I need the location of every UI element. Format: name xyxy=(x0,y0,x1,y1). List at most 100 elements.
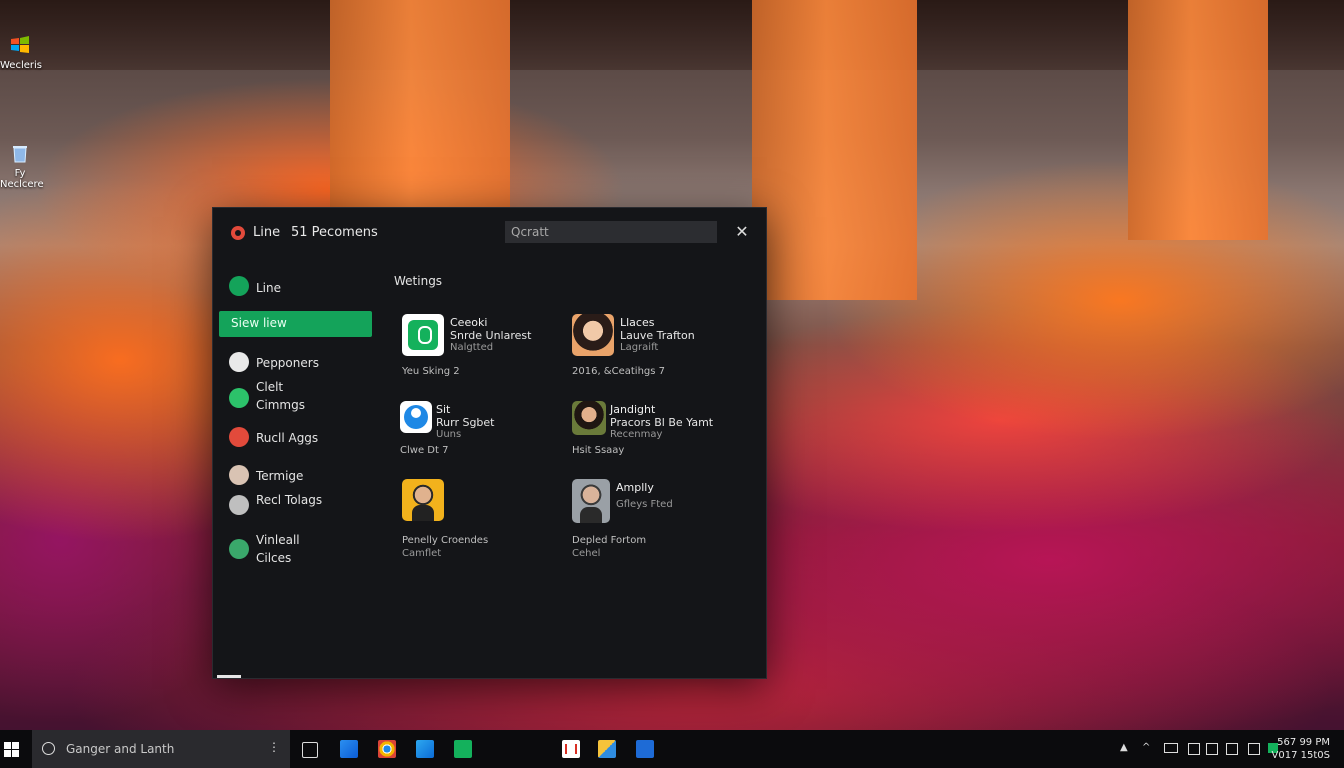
line-app-window: Line 51 Pecomens ✕ Line Siew liew Peppon… xyxy=(212,207,767,679)
clock-time[interactable]: 567 99 PM xyxy=(1277,737,1330,748)
card-title: Amplly xyxy=(616,481,654,494)
sidebar-item-label: Rucll Aggs xyxy=(256,431,319,445)
card-subtitle: Lauve Trafton xyxy=(620,329,695,342)
sidebar-item-label: Pepponers xyxy=(256,356,319,370)
gmail-icon[interactable] xyxy=(562,740,580,758)
taskbar-search[interactable]: Ganger and Lanth ⋮ xyxy=(32,730,290,768)
avatar-man-icon xyxy=(402,479,444,521)
line-app-icon xyxy=(402,314,444,356)
card-meta: Lagraift xyxy=(620,342,659,353)
taskbar: Ganger and Lanth ⋮ ▲ ^ 567 99 PM V017 15… xyxy=(0,730,1344,768)
card-meta: Recenmay xyxy=(610,429,663,440)
desktop-icon-windows[interactable]: Wecleris xyxy=(0,34,42,71)
sidebar-item-recl-tolags[interactable]: Recl Tolags xyxy=(219,493,379,515)
sidebar-item-label: Clelt Cimmgs xyxy=(256,380,305,412)
network-icon[interactable] xyxy=(1188,743,1200,755)
start-button[interactable] xyxy=(0,730,32,768)
photos-icon[interactable] xyxy=(598,740,616,758)
contact-card[interactable]: Sit Rurr Sgbet Uuns Clwe Dt 7 xyxy=(400,401,570,473)
task-view-icon[interactable] xyxy=(302,742,318,758)
line-icon[interactable] xyxy=(454,740,472,758)
sidebar-item-apps[interactable]: Rucll Aggs xyxy=(219,427,379,449)
contact-icon xyxy=(400,401,432,433)
chrome-icon[interactable] xyxy=(378,740,396,758)
desktop-icon-recycle-bin[interactable]: Fy Neclcere xyxy=(0,142,44,190)
search-input[interactable] xyxy=(505,221,717,243)
card-footer: 2016, &Ceatihgs 7 xyxy=(572,366,666,377)
card-subtitle: Rurr Sgbet xyxy=(436,416,495,429)
card-subtitle: Snrde Unlarest xyxy=(450,329,532,342)
card-footer: Hsit Ssaay xyxy=(572,445,625,456)
desktop-icon-label: Wecleris xyxy=(0,60,42,71)
scroll-indicator[interactable] xyxy=(217,675,241,678)
contact-card[interactable]: Penelly Croendes Camflet xyxy=(402,479,572,559)
sidebar-item-label: Vinleall Cilces xyxy=(256,533,300,565)
avatar-man-icon xyxy=(572,479,610,523)
caret-icon[interactable]: ^ xyxy=(1142,743,1152,753)
globe-icon xyxy=(229,539,249,559)
sidebar-item-label: Line xyxy=(256,281,282,295)
close-icon[interactable]: ✕ xyxy=(732,222,752,242)
store-icon[interactable] xyxy=(340,740,358,758)
windows-logo-icon xyxy=(11,36,29,53)
contact-card[interactable]: Amplly Gfleys Fted Depled Fortom Cehel xyxy=(572,479,742,559)
desktop-icon-label: Fy Neclcere xyxy=(0,168,44,190)
window-titlebar: Line 51 Pecomens ✕ xyxy=(213,208,766,256)
card-meta: Nalgtted xyxy=(450,342,494,353)
person-icon xyxy=(229,352,249,372)
card-footer: Clwe Dt 7 xyxy=(400,445,449,456)
search-icon xyxy=(42,742,55,755)
contact-card[interactable]: Ceeoki Snrde Unlarest Nalgtted Yeu Sking… xyxy=(402,314,572,386)
windows-logo-icon xyxy=(4,750,11,757)
card-footer: Yeu Sking 2 xyxy=(402,366,460,377)
apps-icon xyxy=(229,427,249,447)
card-meta: Uuns xyxy=(436,429,462,440)
line-logo-icon xyxy=(231,226,245,240)
windows-logo-icon xyxy=(4,742,11,749)
sidebar-item-chats[interactable]: Clelt Cimmgs xyxy=(219,378,379,418)
contact-card[interactable]: Jandight Pracors Bl Be Yamt Recenmay Hsi… xyxy=(572,401,742,473)
contact-card[interactable]: Llaces Lauve Trafton Lagraift 2016, &Cea… xyxy=(572,314,742,386)
sidebar-item-line[interactable]: Line xyxy=(219,276,379,300)
person-icon xyxy=(229,495,249,515)
person-icon xyxy=(229,465,249,485)
display-icon[interactable] xyxy=(1226,743,1238,755)
card-footer: Penelly Croendes xyxy=(402,535,489,546)
calendar-icon[interactable] xyxy=(636,740,654,758)
edge-icon[interactable] xyxy=(416,740,434,758)
line-icon xyxy=(229,276,249,296)
chat-icon xyxy=(229,388,249,408)
taskbar-search-text: Ganger and Lanth xyxy=(66,742,175,756)
windows-logo-icon xyxy=(12,742,19,749)
recycle-bin-icon xyxy=(13,146,27,163)
card-title: Sit xyxy=(436,403,451,416)
card-title: Ceeoki xyxy=(450,316,488,329)
card-footer-sub: Camflet xyxy=(402,548,442,559)
volume-icon[interactable] xyxy=(1206,743,1218,755)
card-meta: Gfleys Fted xyxy=(616,499,673,510)
wallpaper-pillar xyxy=(1128,0,1268,240)
sidebar-item-vinleall[interactable]: Vinleall Cilces xyxy=(219,531,379,571)
chevron-up-icon[interactable]: ▲ xyxy=(1120,743,1130,753)
wallpaper-pillar xyxy=(752,0,917,300)
sidebar-item-selected[interactable]: Siew liew xyxy=(219,311,372,337)
app-subtitle: 51 Pecomens xyxy=(291,225,378,240)
avatar-woman-icon xyxy=(572,314,614,356)
keyboard-icon[interactable] xyxy=(1248,743,1260,755)
sidebar-item-label: Recl Tolags xyxy=(256,493,323,507)
sidebar-item-label: Siew liew xyxy=(231,316,287,330)
more-icon[interactable]: ⋮ xyxy=(268,740,280,754)
section-title: Wetings xyxy=(394,274,443,288)
card-subtitle: Pracors Bl Be Yamt xyxy=(610,416,714,429)
battery-icon[interactable] xyxy=(1164,743,1178,753)
card-title: Llaces xyxy=(620,316,655,329)
sidebar-item-termige[interactable]: Termige xyxy=(219,465,379,487)
app-name: Line xyxy=(253,225,281,240)
card-footer-sub: Cehel xyxy=(572,548,601,559)
clock-date[interactable]: V017 15t0S xyxy=(1272,750,1330,761)
avatar-woman-icon xyxy=(572,401,606,435)
sidebar-item-label: Termige xyxy=(256,469,304,483)
sidebar-item-pepponers[interactable]: Pepponers xyxy=(219,352,379,374)
card-title: Jandight xyxy=(610,403,656,416)
windows-logo-icon xyxy=(12,750,19,757)
